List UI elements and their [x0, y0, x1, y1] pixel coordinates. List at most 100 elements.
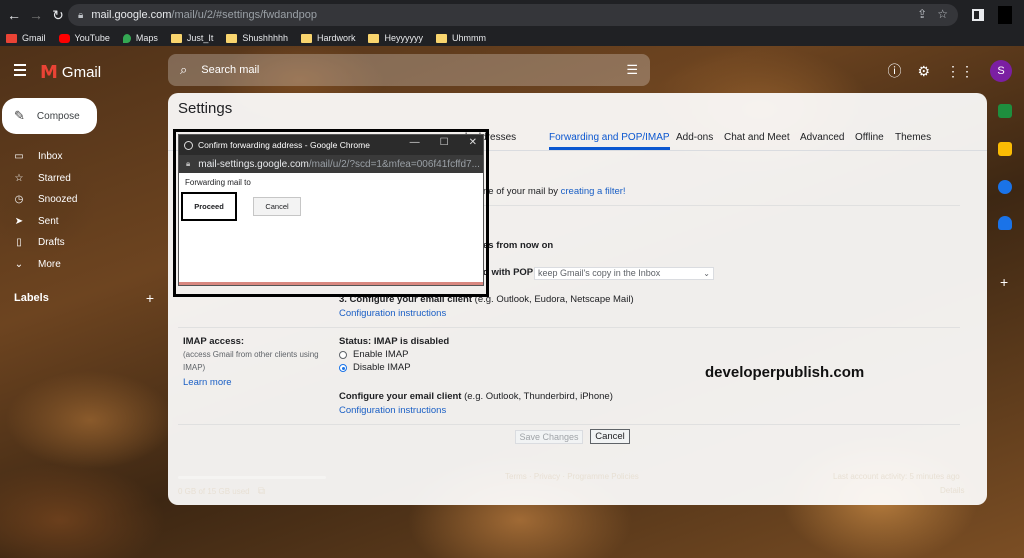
bookmark-folder-shushhhhh[interactable]: Shushhhhh — [226, 33, 288, 43]
last-account-activity: Last account activity: 5 minutes ago — [833, 472, 960, 481]
divider — [178, 327, 960, 328]
tab-themes[interactable]: Themes — [895, 132, 931, 143]
avatar[interactable]: S — [990, 60, 1012, 82]
bookmark-label: Uhmmm — [452, 33, 486, 43]
minimize-icon[interactable]: — — [410, 137, 420, 148]
pop-action-value: keep Gmail's copy in the Inbox — [538, 268, 661, 278]
popup-titlebar: Confirm forwarding address - Google Chro… — [179, 135, 483, 155]
share-icon[interactable]: ⇪ — [917, 7, 927, 21]
pop-when-accessed-text: d with POP — [483, 267, 534, 278]
enable-imap-label[interactable]: Enable IMAP — [353, 349, 408, 360]
maps-icon — [122, 33, 131, 43]
calendar-icon[interactable] — [998, 104, 1012, 118]
imap-client-examples: (e.g. Outlook, Thunderbird, iPhone) — [461, 391, 613, 402]
bookmark-label: Heyyyyyy — [384, 33, 423, 43]
popup-cancel-button[interactable]: Cancel — [253, 197, 301, 216]
external-link-icon[interactable]: ⧉ — [258, 486, 265, 497]
create-filter-link[interactable]: creating a filter! — [561, 186, 626, 197]
help-icon[interactable]: ⓘ — [887, 61, 901, 81]
bookmark-folder-just-it[interactable]: Just_It — [170, 33, 213, 43]
step3-examples: (e.g. Outlook, Eudora, Netscape Mail) — [472, 294, 634, 305]
folder-icon — [368, 33, 380, 43]
imap-learn-more-link[interactable]: Learn more — [183, 377, 232, 388]
tasks-icon[interactable] — [998, 180, 1012, 194]
sidebar-item-drafts[interactable]: ▯ Drafts — [0, 232, 160, 254]
back-icon[interactable]: ← — [3, 7, 25, 23]
bookmark-label: YouTube — [74, 33, 110, 43]
folder-icon — [436, 33, 447, 43]
bookmark-label: Hardwork — [316, 33, 356, 43]
url-path: /mail/u/2/#settings/fwdandpop — [171, 9, 317, 21]
labels-heading: Labels — [14, 292, 49, 304]
contacts-icon[interactable] — [998, 216, 1012, 230]
save-changes-button[interactable]: Save Changes — [515, 430, 583, 444]
chevron-down-icon: ⌄ — [703, 269, 710, 278]
popup-body: Forwarding mail to Proceed Cancel — [179, 173, 483, 285]
popup-url-path: /mail/u/2/?scd=1&mfea=006f41fcffd7... — [308, 158, 480, 170]
sidebar-item-starred[interactable]: ☆ Starred — [0, 168, 160, 190]
maximize-icon[interactable]: ☐ — [440, 137, 449, 148]
pop-action-select[interactable]: keep Gmail's copy in the Inbox ⌄ — [534, 267, 714, 280]
side-panel-icon[interactable] — [972, 9, 984, 21]
bookmark-label: Shushhhhh — [242, 33, 288, 43]
tab-chat-and-meet[interactable]: Chat and Meet — [724, 132, 790, 143]
sidebar-item-label: Snoozed — [38, 194, 78, 206]
filter-text-prefix: ne of your mail by — [483, 186, 561, 197]
lock-icon: 🔒︎ — [186, 159, 191, 168]
cancel-button[interactable]: Cancel — [590, 429, 630, 444]
tab-add-ons[interactable]: Add-ons — [676, 132, 713, 143]
add-label-icon[interactable]: + — [146, 290, 154, 306]
sidebar-item-inbox[interactable]: ▭ Inbox — [0, 146, 160, 168]
imap-config-instructions-link[interactable]: Configuration instructions — [339, 405, 446, 416]
search-bar[interactable]: ⌕ Search mail ☰ — [168, 54, 650, 86]
enable-imap-radio[interactable] — [339, 351, 347, 359]
folder-icon — [226, 33, 238, 43]
labels-section: Labels + — [14, 290, 154, 306]
reload-icon[interactable]: ↻ — [47, 7, 69, 24]
tab-offline[interactable]: Offline — [855, 132, 884, 143]
details-link[interactable]: Details — [940, 486, 964, 495]
bookmarks-bar: Gmail YouTube Maps Just_It Shushhhhh Har… — [0, 30, 1024, 46]
bookmark-maps[interactable]: Maps — [122, 33, 158, 43]
tab-forwarding-pop-imap[interactable]: Forwarding and POP/IMAP — [549, 132, 670, 150]
pop-config-instructions-link[interactable]: Configuration instructions — [339, 308, 446, 319]
pencil-icon: ✎ — [14, 108, 25, 123]
gear-icon[interactable]: ⚙ — [917, 63, 930, 80]
bookmark-folder-uhmmm[interactable]: Uhmmm — [436, 33, 486, 43]
popup-bottom-border — [179, 282, 483, 285]
main-menu-icon[interactable] — [14, 64, 26, 79]
disable-imap-radio[interactable] — [339, 364, 347, 372]
apps-grid-icon[interactable]: ⋮⋮ — [946, 63, 974, 80]
bookmark-folder-hardwork[interactable]: Hardwork — [300, 33, 356, 43]
imap-client-text: Configure your email client (e.g. Outloo… — [339, 391, 613, 402]
sidebar-item-sent[interactable]: ➤ Sent — [0, 211, 160, 233]
sidebar-item-snoozed[interactable]: ◷ Snoozed — [0, 189, 160, 211]
address-bar[interactable]: 🔒︎ mail.google.com/mail/u/2/#settings/fw… — [68, 4, 958, 26]
bookmark-youtube[interactable]: YouTube — [58, 33, 110, 43]
disable-imap-label[interactable]: Disable IMAP — [353, 362, 411, 373]
sidebar-item-more[interactable]: ⌄ More — [0, 254, 160, 276]
sidebar-item-label: Sent — [38, 215, 59, 227]
keep-icon[interactable] — [998, 142, 1012, 156]
search-input[interactable]: Search mail — [201, 64, 259, 76]
bookmark-label: Gmail — [22, 33, 46, 43]
close-icon[interactable]: ✕ — [469, 137, 477, 148]
watermark-text: developerpublish.com — [705, 364, 865, 381]
search-options-icon[interactable]: ☰ — [626, 62, 638, 78]
bookmark-gmail[interactable]: Gmail — [6, 33, 46, 43]
proceed-button[interactable]: Proceed — [185, 195, 233, 217]
bookmark-label: Maps — [135, 33, 158, 43]
compose-button[interactable]: ✎ Compose — [2, 98, 97, 134]
confirm-forwarding-popup: Confirm forwarding address - Google Chro… — [178, 134, 484, 286]
profile-area[interactable] — [998, 6, 1012, 24]
chrome-icon — [184, 140, 193, 150]
star-icon[interactable]: ☆ — [937, 7, 948, 21]
gmail-logo[interactable]: M Gmail — [40, 62, 101, 83]
get-add-ons-icon[interactable]: + — [1000, 274, 1008, 290]
search-icon[interactable]: ⌕ — [180, 62, 187, 78]
tab-advanced[interactable]: Advanced — [800, 132, 844, 143]
bookmark-folder-heyyyyyy[interactable]: Heyyyyyy — [368, 33, 423, 43]
forward-icon[interactable]: → — [25, 7, 47, 23]
footer-links[interactable]: Terms · Privacy · Programme Policies — [505, 472, 639, 481]
youtube-icon — [58, 33, 70, 43]
